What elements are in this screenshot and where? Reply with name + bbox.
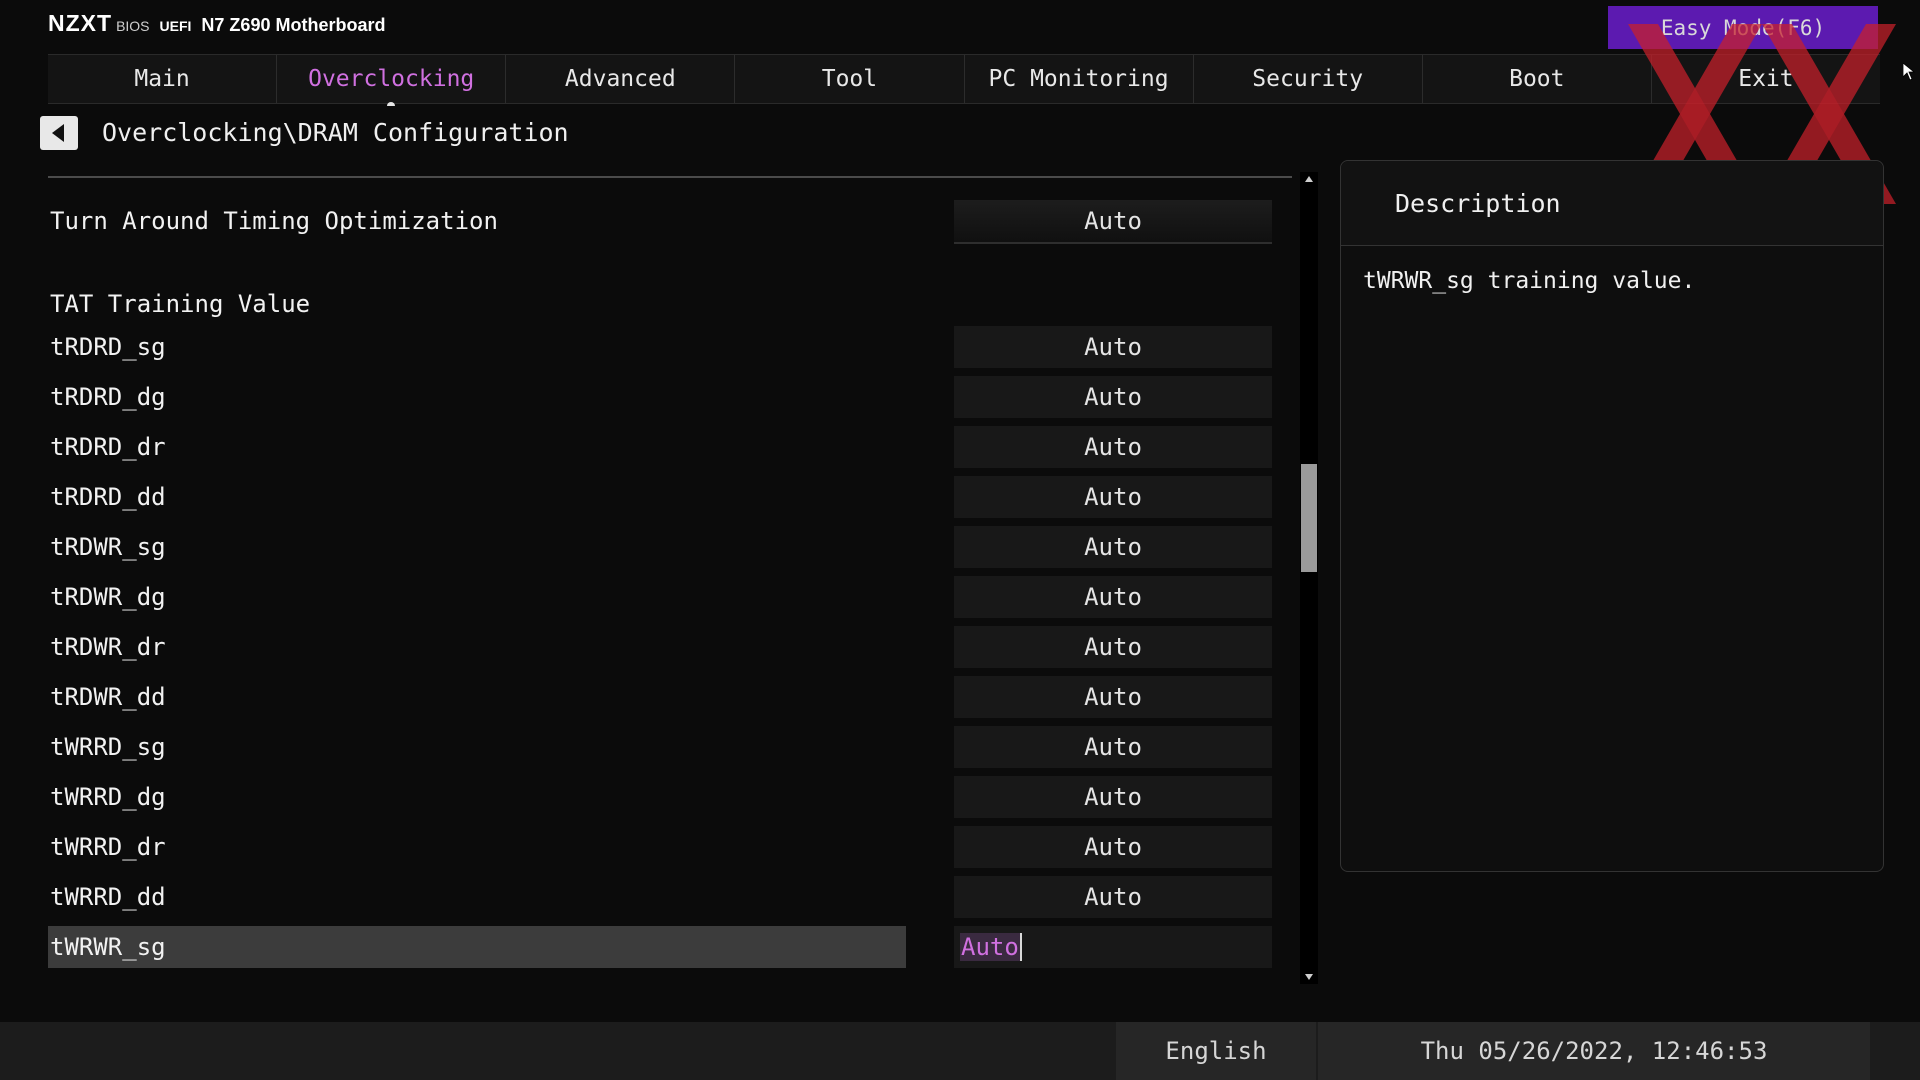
description-panel: Description tWRWR_sg training value. [1340,160,1884,872]
nzxt-logo: NZXT [48,10,113,36]
setting-label: tWRWR_sg [48,926,906,968]
scroll-down-arrow-icon[interactable] [1304,972,1314,982]
date-time: Thu 05/26/2022, 12:46:53 [1318,1022,1870,1080]
editing-text: Auto [960,933,1022,961]
setting-value-input[interactable]: Auto [954,626,1272,668]
setting-row-twrrd-dd[interactable]: tWRRD_dd Auto [48,876,1273,918]
uefi-label: UEFI [159,18,192,34]
setting-label: tRDWR_sg [50,533,166,561]
setting-value-input[interactable]: Auto [954,676,1272,718]
setting-value-input[interactable]: Auto [954,726,1272,768]
setting-value-input[interactable]: Auto [954,476,1272,518]
arrow-left-icon [52,124,64,142]
tab-pc-monitoring[interactable]: PC Monitoring [964,55,1194,103]
setting-row-twrrd-sg[interactable]: tWRRD_sg Auto [48,726,1273,768]
tab-security[interactable]: Security [1193,55,1423,103]
tab-main[interactable]: Main [48,55,278,103]
setting-row-twrrd-dg[interactable]: tWRRD_dg Auto [48,776,1273,818]
setting-label: tWRRD_dr [50,833,166,861]
setting-row-trdwr-dr[interactable]: tRDWR_dr Auto [48,626,1273,668]
bios-label: BIOS [116,18,150,34]
setting-value-input-active[interactable]: Auto [954,926,1272,968]
setting-row-trdrd-dd[interactable]: tRDRD_dd Auto [48,476,1273,518]
back-button[interactable] [40,116,78,150]
setting-label: tRDRD_sg [50,333,166,361]
settings-list: Turn Around Timing Optimization Auto TAT… [48,190,1273,985]
breadcrumb: Overclocking\DRAM Configuration [102,118,569,147]
setting-row-trdwr-dd[interactable]: tRDWR_dd Auto [48,676,1273,718]
brand: NZXT BIOS UEFI N7 Z690 Motherboard [48,10,385,42]
setting-row-turn-around-timing[interactable]: Turn Around Timing Optimization Auto [48,200,1273,244]
description-text: tWRWR_sg training value. [1363,268,1696,294]
setting-row-twrwr-sg[interactable]: tWRWR_sg Auto [48,926,1273,968]
setting-label: tRDWR_dg [50,583,166,611]
scroll-up-arrow-icon[interactable] [1304,174,1314,184]
setting-row-trdrd-dg[interactable]: tRDRD_dg Auto [48,376,1273,418]
setting-value-input[interactable]: Auto [954,526,1272,568]
motherboard-model: N7 Z690 Motherboard [201,15,386,35]
setting-value-dropdown[interactable]: Auto [954,200,1272,244]
setting-row-twrrd-dr[interactable]: tWRRD_dr Auto [48,826,1273,868]
setting-label: tRDRD_dr [50,433,166,461]
setting-label: tRDWR_dd [50,683,166,711]
setting-label: tRDWR_dr [50,633,166,661]
setting-value-input[interactable]: Auto [954,376,1272,418]
setting-label: tWRRD_sg [50,733,166,761]
list-divider [48,176,1292,178]
setting-row-trdrd-sg[interactable]: tRDRD_sg Auto [48,326,1273,368]
section-label-tat-training: TAT Training Value [50,290,311,318]
tab-overclocking[interactable]: Overclocking [277,55,507,106]
mouse-cursor-icon [1903,63,1915,81]
setting-value-input[interactable]: Auto [954,426,1272,468]
setting-value-input[interactable]: Auto [954,776,1272,818]
main-tabs: Main Overclocking Advanced Tool PC Monit… [48,54,1880,106]
scrollbar-thumb[interactable] [1301,464,1317,572]
setting-label: tRDRD_dd [50,483,166,511]
setting-label: tWRRD_dg [50,783,166,811]
tab-advanced[interactable]: Advanced [506,55,736,103]
setting-value-input[interactable]: Auto [954,576,1272,618]
status-bar: English Thu 05/26/2022, 12:46:53 [0,1022,1920,1080]
scrollbar[interactable] [1300,172,1318,984]
setting-label: tRDRD_dg [50,383,166,411]
setting-row-trdwr-sg[interactable]: tRDWR_sg Auto [48,526,1273,568]
tab-tool[interactable]: Tool [735,55,965,103]
setting-label: Turn Around Timing Optimization [50,207,498,235]
setting-row-trdrd-dr[interactable]: tRDRD_dr Auto [48,426,1273,468]
setting-row-trdwr-dg[interactable]: tRDWR_dg Auto [48,576,1273,618]
setting-value-input[interactable]: Auto [954,826,1272,868]
setting-value-input[interactable]: Auto [954,326,1272,368]
tab-boot[interactable]: Boot [1422,55,1652,103]
description-title: Description [1341,161,1883,246]
setting-label: tWRRD_dd [50,883,166,911]
setting-value-input[interactable]: Auto [954,876,1272,918]
language-selector[interactable]: English [1116,1022,1316,1080]
